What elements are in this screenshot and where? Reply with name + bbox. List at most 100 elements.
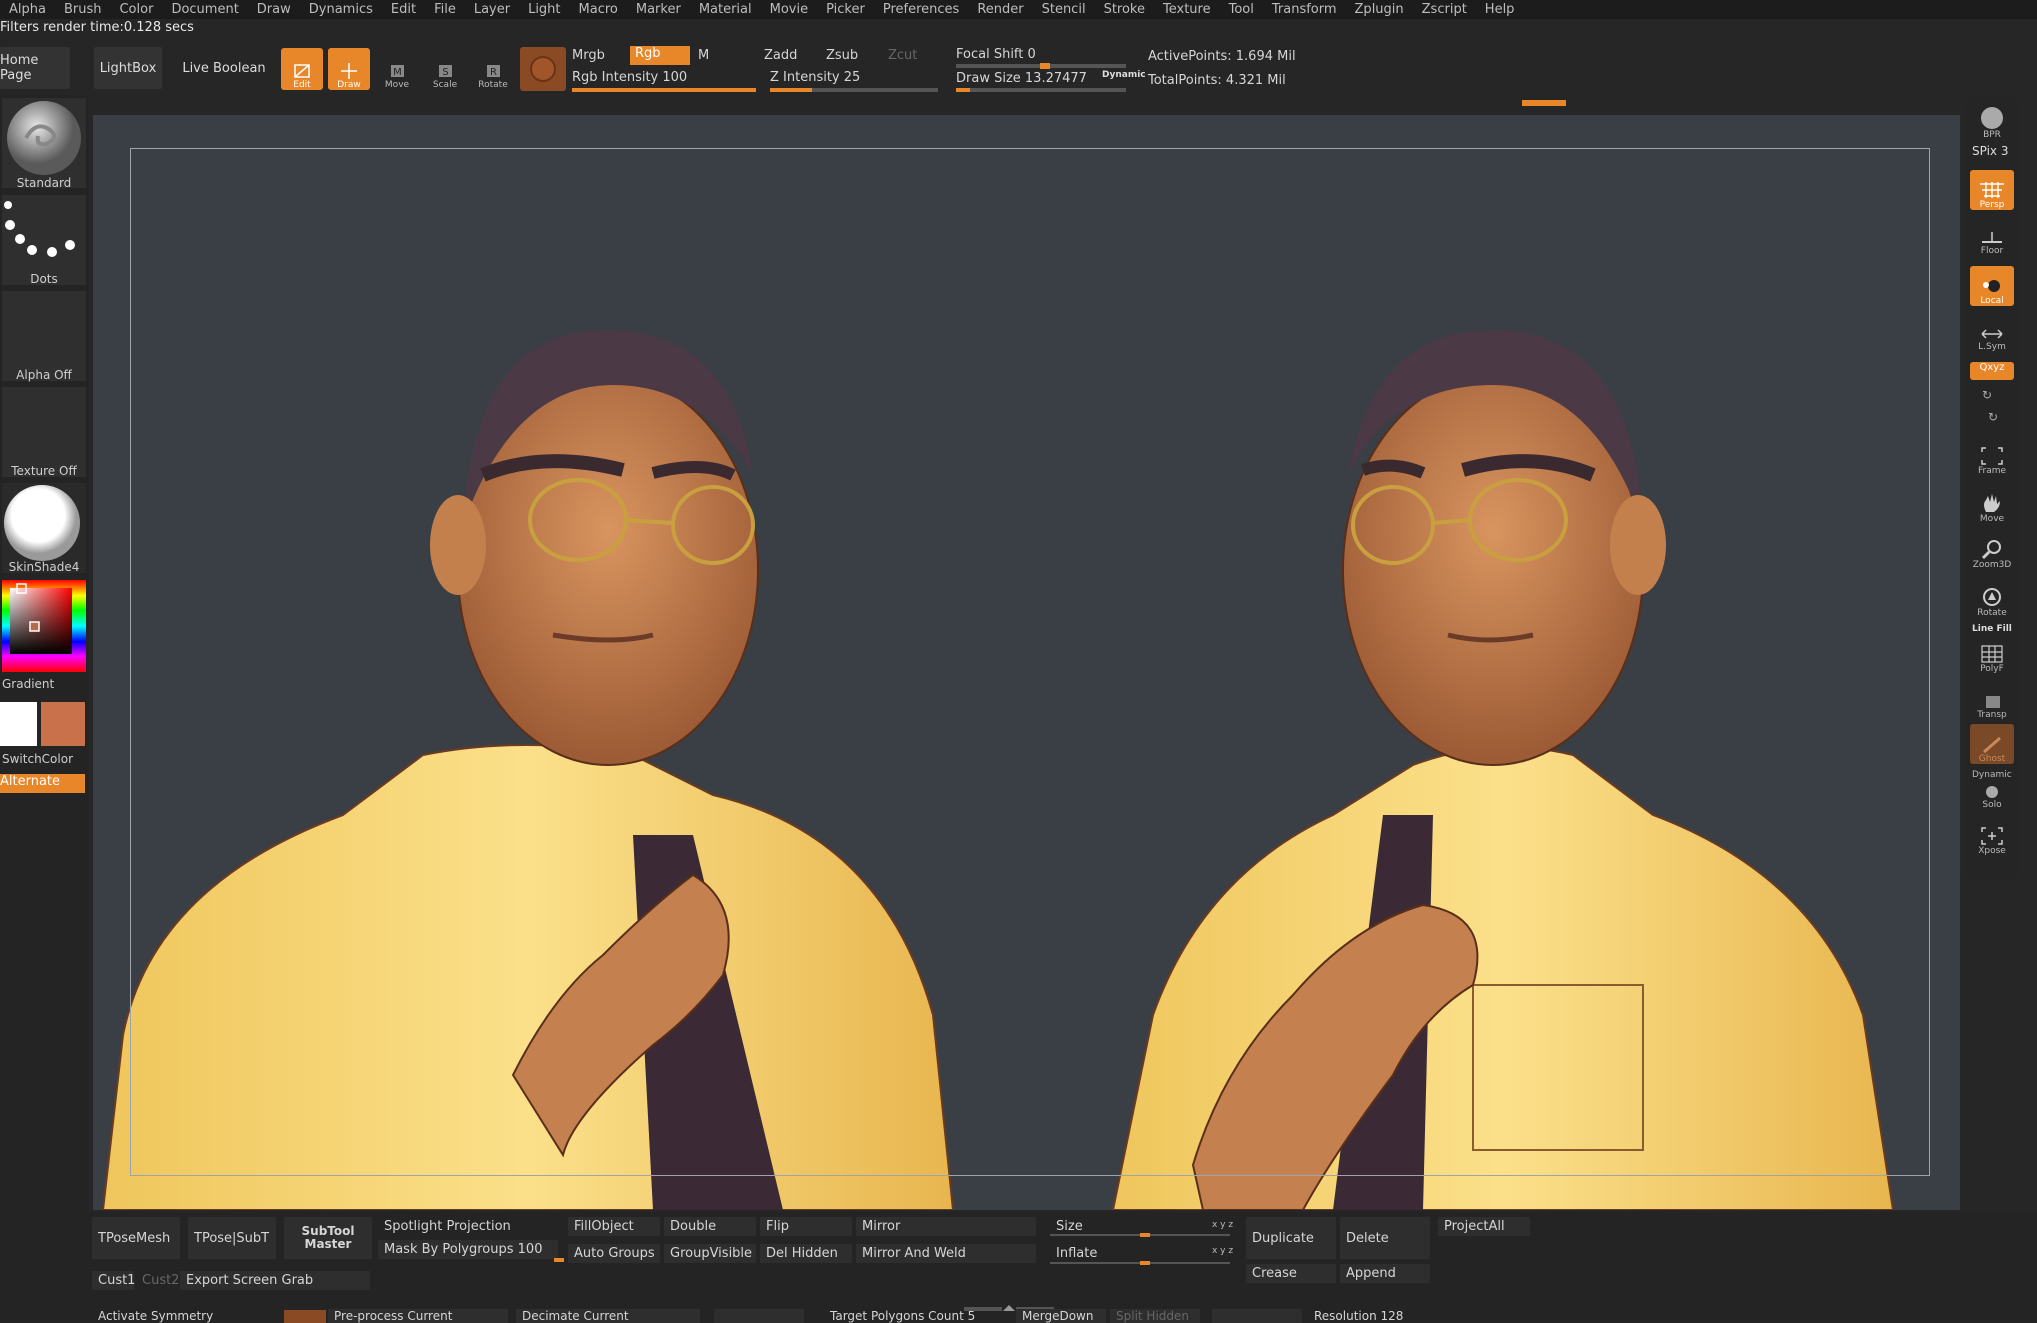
edit-mode-button[interactable]: Edit — [281, 48, 323, 90]
menu-stencil[interactable]: Stencil — [1033, 2, 1095, 17]
lsym-button[interactable]: L.Sym — [1970, 312, 2014, 352]
z-intensity-slider[interactable] — [770, 88, 938, 92]
inflate-xyz-label[interactable]: x y z — [1212, 1246, 1233, 1256]
rotate-z-icon[interactable]: ↻ — [1988, 410, 1998, 424]
menu-alpha[interactable]: Alpha — [0, 2, 55, 17]
dynamic-toggle[interactable]: Dynamic — [1102, 70, 1146, 80]
merge-down-button[interactable]: MergeDown — [1016, 1309, 1106, 1323]
spotlight-projection-button[interactable]: Spotlight Projection — [378, 1217, 558, 1236]
menu-light[interactable]: Light — [519, 2, 569, 17]
secondary-color-swatch[interactable] — [41, 702, 85, 746]
menu-document[interactable]: Document — [162, 2, 247, 17]
menu-marker[interactable]: Marker — [627, 2, 690, 17]
menu-tool[interactable]: Tool — [1220, 2, 1263, 17]
auto-groups-button[interactable]: Auto Groups — [568, 1244, 660, 1263]
switch-color-button[interactable]: SwitchColor — [2, 752, 86, 766]
cust1-tab[interactable]: Cust1 — [92, 1271, 135, 1290]
scale-mode-button[interactable]: S Scale — [424, 48, 466, 90]
menu-macro[interactable]: Macro — [570, 2, 627, 17]
menu-picker[interactable]: Picker — [817, 2, 874, 17]
color-swatch-button[interactable] — [520, 47, 566, 91]
zadd-toggle[interactable]: Zadd — [764, 48, 797, 63]
activate-symmetry-button[interactable]: Activate Symmetry — [92, 1309, 282, 1323]
inflate-slider-handle[interactable] — [1140, 1261, 1150, 1265]
tray-divider-handle[interactable] — [964, 1298, 1054, 1311]
cust2-tab[interactable]: Cust2 — [136, 1271, 179, 1290]
append-button[interactable]: Append — [1340, 1264, 1430, 1283]
polyf-button[interactable]: PolyF — [1970, 634, 2014, 674]
menu-preferences[interactable]: Preferences — [874, 2, 968, 17]
menu-color[interactable]: Color — [110, 2, 162, 17]
rotate-mode-button[interactable]: R Rotate — [472, 48, 514, 90]
m-toggle[interactable]: M — [698, 48, 709, 63]
menu-zscript[interactable]: Zscript — [1413, 2, 1476, 17]
rgb-toggle[interactable]: Rgb — [630, 46, 690, 65]
menu-help[interactable]: Help — [1476, 2, 1524, 17]
double-button[interactable]: Double — [664, 1217, 756, 1236]
menu-layer[interactable]: Layer — [465, 2, 519, 17]
zoom3d-button[interactable]: Zoom3D — [1970, 530, 2014, 570]
rotate-view-button[interactable]: Rotate — [1970, 578, 2014, 618]
rotate-y-icon[interactable]: ↻ — [1982, 388, 1992, 402]
delete-button[interactable]: Delete — [1340, 1217, 1430, 1259]
size-slider-track[interactable] — [1050, 1233, 1230, 1237]
mirror-button[interactable]: Mirror — [856, 1217, 1036, 1236]
move-view-button[interactable]: Move — [1970, 484, 2014, 524]
zsub-toggle[interactable]: Zsub — [826, 48, 858, 63]
menu-render[interactable]: Render — [968, 2, 1032, 17]
focal-shift-slider[interactable] — [956, 63, 1126, 69]
del-hidden-button[interactable]: Del Hidden — [760, 1244, 852, 1263]
lightbox-button[interactable]: LightBox — [94, 47, 162, 89]
menu-dynamics[interactable]: Dynamics — [300, 2, 382, 17]
solo-button[interactable]: Solo — [1970, 770, 2014, 810]
fill-object-button[interactable]: FillObject — [568, 1217, 660, 1236]
draw-mode-button[interactable]: Draw — [328, 48, 370, 90]
persp-button[interactable]: Persp — [1970, 170, 2014, 210]
tpose-subt-button[interactable]: TPose|SubT — [188, 1217, 276, 1259]
floor-button[interactable]: Floor — [1970, 216, 2014, 256]
draw-size-slider[interactable] — [956, 88, 1126, 92]
resolution-slider[interactable]: Resolution 128 — [1308, 1309, 1488, 1323]
live-boolean-button[interactable]: Live Boolean — [178, 47, 270, 89]
menu-transform[interactable]: Transform — [1263, 2, 1346, 17]
mrgb-toggle[interactable]: Mrgb — [572, 48, 605, 63]
split-hidden-button[interactable]: Split Hidden — [1110, 1309, 1200, 1323]
flip-button[interactable]: Flip — [760, 1217, 852, 1236]
menu-draw[interactable]: Draw — [248, 2, 300, 17]
menu-movie[interactable]: Movie — [761, 2, 817, 17]
symmetry-toggle[interactable] — [284, 1310, 326, 1323]
crease-button[interactable]: Crease — [1246, 1264, 1336, 1283]
color-picker[interactable] — [2, 580, 86, 672]
alternate-button[interactable]: Alternate — [0, 774, 85, 793]
rgb-intensity-slider[interactable] — [572, 88, 756, 92]
ghost-button[interactable]: Ghost — [1970, 724, 2014, 764]
menu-file[interactable]: File — [425, 2, 465, 17]
menu-texture[interactable]: Texture — [1154, 2, 1220, 17]
tposemesh-button[interactable]: TPoseMesh — [92, 1217, 180, 1259]
spix-label[interactable]: SPix 3 — [1972, 144, 2008, 158]
split-blank-button[interactable] — [1212, 1309, 1302, 1323]
main-color-swatch[interactable] — [0, 702, 37, 746]
zcut-toggle[interactable]: Zcut — [888, 48, 917, 63]
decimate-current-button[interactable]: Decimate Current — [516, 1309, 700, 1323]
menu-stroke[interactable]: Stroke — [1095, 2, 1154, 17]
brush-thumbnail[interactable] — [2, 98, 86, 188]
mask-by-polygroups-handle[interactable] — [554, 1258, 564, 1262]
mask-by-polygroups-slider[interactable]: Mask By Polygroups 100 — [378, 1240, 558, 1259]
group-visible-button[interactable]: GroupVisible — [664, 1244, 756, 1263]
menu-material[interactable]: Material — [690, 2, 761, 17]
transp-button[interactable]: Transp — [1970, 680, 2014, 720]
menu-edit[interactable]: Edit — [382, 2, 425, 17]
decimation-blank-button[interactable] — [714, 1309, 804, 1323]
duplicate-button[interactable]: Duplicate — [1246, 1217, 1336, 1259]
mirror-and-weld-button[interactable]: Mirror And Weld — [856, 1244, 1036, 1263]
export-screen-grab-button[interactable]: Export Screen Grab — [180, 1271, 370, 1290]
palette-scroll-indicator[interactable] — [1522, 100, 1566, 106]
menu-brush[interactable]: Brush — [55, 2, 111, 17]
xyz-rotate-button[interactable]: Qxyz — [1970, 362, 2014, 380]
bpr-button[interactable]: BPR — [1970, 100, 2014, 140]
frame-button[interactable]: Frame — [1970, 436, 2014, 476]
target-polygons-slider[interactable]: Target Polygons Count 5 — [824, 1309, 1004, 1323]
local-button[interactable]: Local — [1970, 266, 2014, 306]
xpose-button[interactable]: Xpose — [1970, 816, 2014, 856]
